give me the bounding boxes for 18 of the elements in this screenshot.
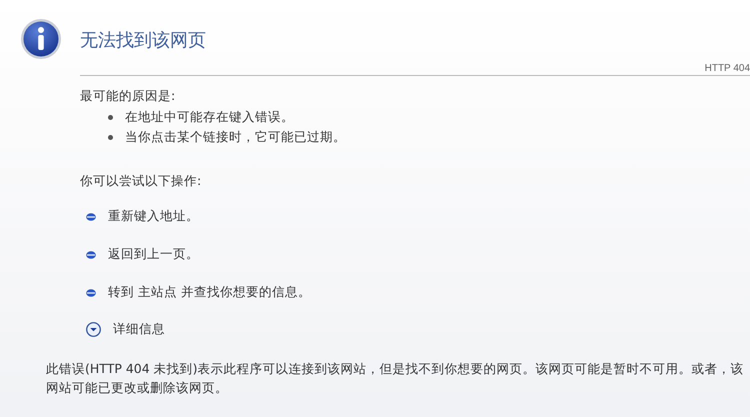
bullet-icon [86, 212, 96, 220]
details-toggle[interactable]: 详细信息 [86, 321, 165, 338]
cause-text: 在地址中可能存在键入错误。 [125, 109, 294, 126]
page-title: 无法找到该网页 [80, 29, 206, 52]
causes-heading: 最可能的原因是: [80, 88, 176, 105]
cause-text: 当你点击某个链接时，它可能已过期。 [125, 129, 346, 146]
status-code: HTTP 404 [704, 63, 750, 74]
info-icon [20, 18, 62, 60]
chevron-icon [86, 322, 101, 337]
action-text: 重新键入地址。 [108, 208, 199, 225]
bullet-icon [108, 135, 113, 140]
bullet-icon [86, 250, 96, 258]
bullet-icon [86, 288, 96, 296]
action-text: 转到 主站点 并查找你想要的信息。 [108, 284, 311, 301]
details-text: 此错误(HTTP 404 未找到)表示此程序可以连接到该网站，但是找不到你想要的网页。该网页可能是暂时不可用。或者，该网站可能已更改或删除该网页。 [46, 360, 745, 397]
bullet-icon [108, 115, 113, 120]
action-text: 返回到上一页。 [108, 246, 199, 263]
actions-heading: 你可以尝试以下操作: [80, 173, 202, 190]
